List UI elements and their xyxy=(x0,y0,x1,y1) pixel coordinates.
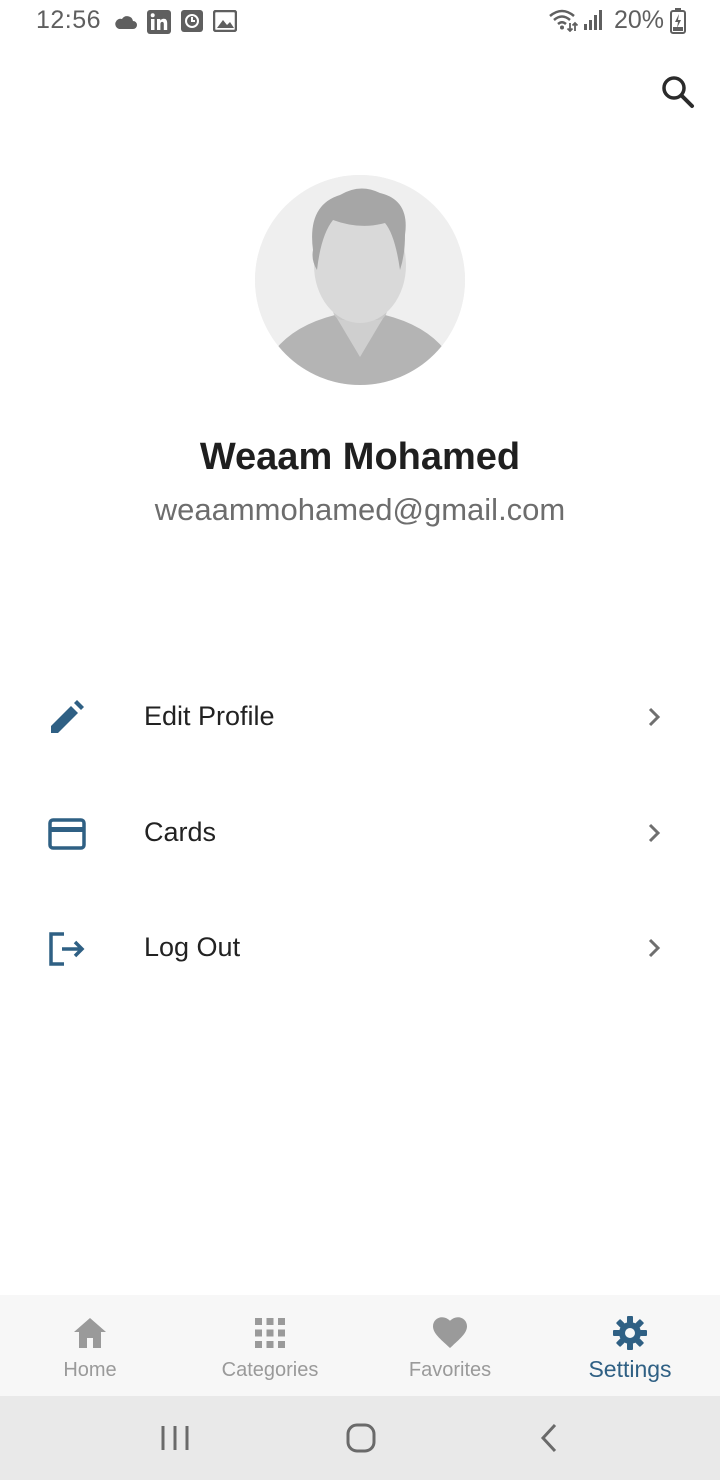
chevron-right-icon xyxy=(648,707,661,727)
battery-percentage: 20% xyxy=(614,6,665,34)
cloud-icon xyxy=(115,16,137,29)
search-icon xyxy=(662,76,694,108)
status-time: 12:56 xyxy=(36,6,102,34)
signal-icon xyxy=(584,10,602,30)
linkedin-icon xyxy=(147,10,171,34)
nav-item-categories[interactable]: Categories xyxy=(180,1295,360,1396)
system-navigation-bar xyxy=(0,1396,720,1480)
pencil-icon xyxy=(51,700,84,733)
profile-email: weaammohamed@gmail.com xyxy=(154,492,566,527)
gallery-icon xyxy=(213,10,237,32)
nav-item-settings[interactable]: Settings xyxy=(540,1295,720,1396)
heart-icon xyxy=(433,1317,467,1348)
menu-item-log-out[interactable]: Log Out xyxy=(0,898,720,998)
battery-icon xyxy=(670,8,686,34)
logout-icon xyxy=(49,932,85,966)
search-button[interactable] xyxy=(652,66,704,118)
chevron-right-icon xyxy=(648,938,661,958)
recent-apps-button[interactable] xyxy=(155,1418,195,1458)
home-icon xyxy=(74,1318,106,1348)
profile-name: Weaam Mohamed xyxy=(199,436,521,478)
menu-item-label: Edit Profile xyxy=(144,701,275,731)
menu-item-edit-profile[interactable]: Edit Profile xyxy=(0,667,720,767)
status-bar: 12:56 20% xyxy=(0,0,720,44)
chevron-right-icon xyxy=(648,823,661,843)
menu-item-cards[interactable]: Cards xyxy=(0,783,720,883)
back-button[interactable] xyxy=(529,1418,569,1458)
default-person-icon xyxy=(255,175,465,385)
menu-item-label: Cards xyxy=(144,817,217,847)
bottom-navigation: Home Categories Favorites Settings xyxy=(0,1295,720,1396)
nav-label: Favorites xyxy=(408,1359,492,1381)
grid-icon xyxy=(255,1318,285,1348)
nav-label: Settings xyxy=(588,1356,672,1382)
credit-card-icon xyxy=(48,818,86,850)
gear-icon xyxy=(613,1316,647,1350)
clock-app-icon xyxy=(181,10,203,32)
wifi-icon xyxy=(549,9,578,32)
menu-item-label: Log Out xyxy=(144,932,241,962)
home-system-button[interactable] xyxy=(341,1418,381,1458)
nav-label: Categories xyxy=(221,1359,319,1381)
nav-item-favorites[interactable]: Favorites xyxy=(360,1295,540,1396)
nav-item-home[interactable]: Home xyxy=(0,1295,180,1396)
nav-label: Home xyxy=(63,1359,117,1381)
avatar xyxy=(255,175,465,385)
